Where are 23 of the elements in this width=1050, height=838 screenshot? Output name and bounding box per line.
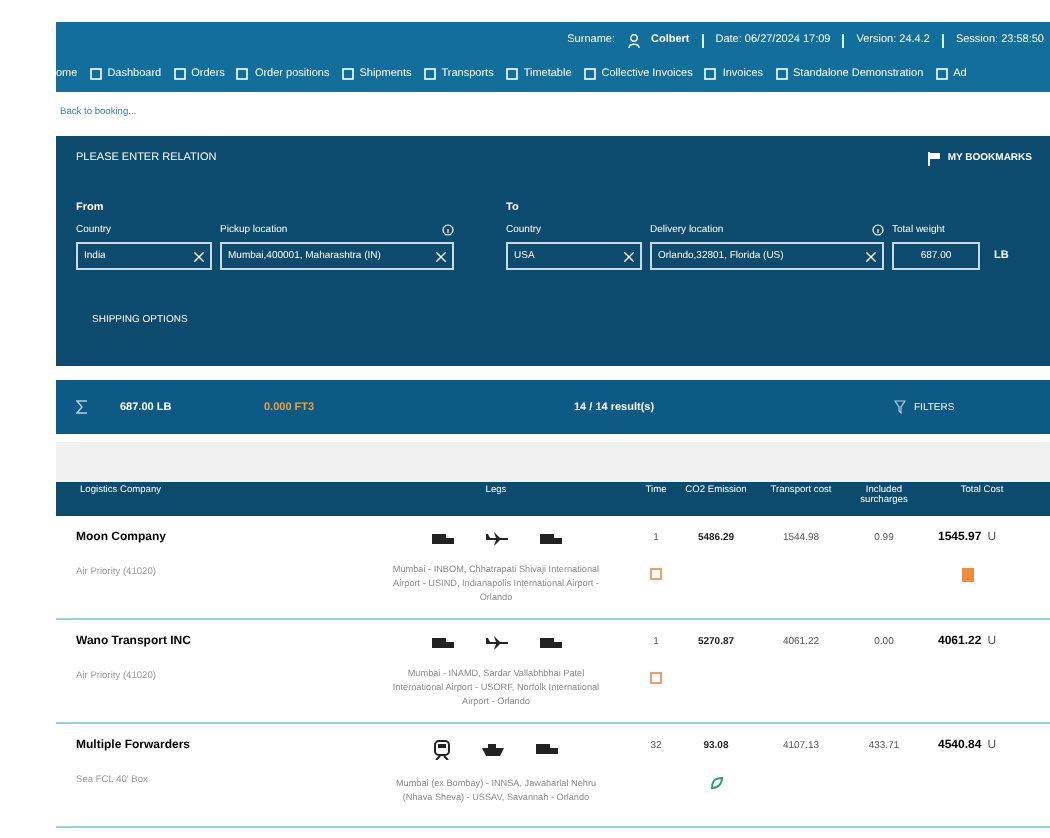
clear-icon[interactable] [624, 251, 634, 261]
sigma-icon [76, 400, 88, 414]
info-icon[interactable] [872, 224, 884, 236]
truck-icon [539, 637, 561, 649]
ship-icon [482, 744, 504, 756]
truck-icon [431, 637, 453, 649]
box-icon [650, 672, 662, 684]
user-icon [627, 33, 639, 47]
flag-icon [927, 151, 940, 165]
leaf-icon [709, 776, 723, 790]
info-icon[interactable] [442, 224, 454, 236]
truck-icon [536, 744, 558, 756]
truck-icon [539, 533, 561, 545]
document-icon [962, 568, 974, 582]
train-icon [434, 740, 450, 760]
box-icon [650, 568, 662, 580]
plane-icon [485, 636, 507, 650]
filter-icon [894, 400, 906, 414]
truck-icon [431, 533, 453, 545]
clear-icon[interactable] [866, 251, 876, 261]
plane-icon [485, 532, 507, 546]
clear-icon[interactable] [436, 251, 446, 261]
clear-icon[interactable] [194, 251, 204, 261]
